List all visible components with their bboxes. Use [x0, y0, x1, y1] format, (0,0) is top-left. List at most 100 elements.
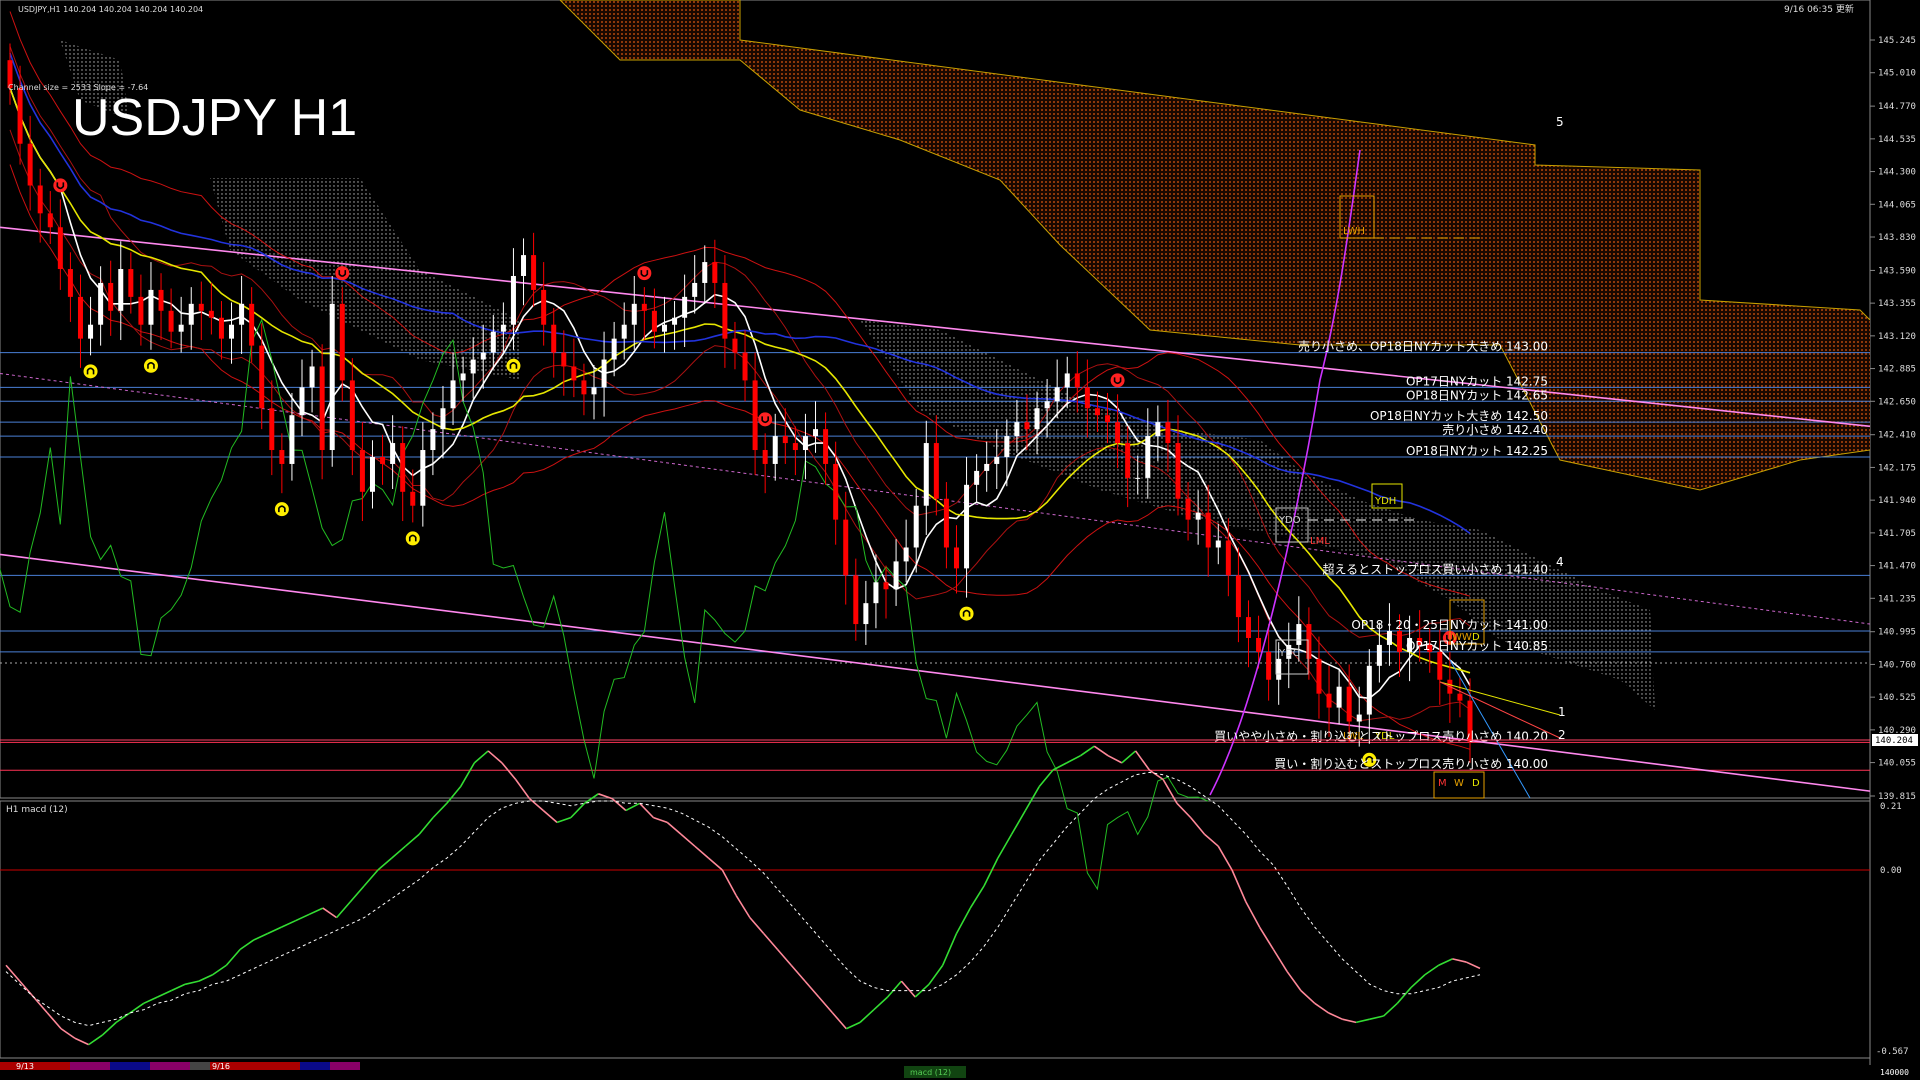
candle-body [400, 443, 406, 492]
candle-body [833, 463, 839, 520]
chart-stage: 5 4 1 2 LWH YDH YDO LML YDC LWL YDL WW D… [0, 0, 1918, 1078]
candle-body [762, 450, 768, 464]
fractal-down-marker [1110, 373, 1125, 388]
candle-body [661, 324, 667, 332]
price-tick-label: 140.525 [1878, 693, 1916, 703]
price-tick-label: 141.705 [1878, 529, 1916, 539]
fractal-up-marker [83, 364, 98, 379]
price-tick-label: 143.355 [1878, 299, 1916, 309]
marker-ydo: YDO [1278, 515, 1301, 526]
fractal-up-marker [143, 358, 158, 373]
candle-body [1266, 651, 1272, 680]
candle-body [77, 296, 83, 339]
timestamp: 9/16 06:35 更新 [1784, 3, 1854, 15]
candle-body [490, 331, 496, 353]
candle-body [591, 387, 597, 395]
candle-body [923, 443, 929, 506]
candle-body [1306, 624, 1312, 659]
candle-body [188, 303, 194, 325]
candle-body [269, 408, 275, 451]
candle-body [500, 324, 506, 332]
fractal-down-marker [53, 178, 68, 193]
candle-body [863, 603, 869, 625]
marker-ydh: YDH [1374, 496, 1396, 507]
candle-body [1225, 540, 1231, 576]
candle-body [1084, 387, 1090, 409]
candle-body [128, 269, 134, 297]
candle-body [853, 575, 859, 625]
candle-body [218, 317, 224, 339]
candle-body [319, 366, 325, 451]
candle-body [1215, 540, 1221, 548]
candle-body [571, 366, 577, 381]
candle-body [1397, 631, 1403, 652]
candle-body [1346, 686, 1352, 722]
candle-body [1064, 373, 1070, 388]
candle-body [17, 88, 23, 144]
candle-body [752, 380, 758, 451]
candle-body [229, 324, 235, 339]
marker-d2: D [1472, 778, 1480, 789]
candle-body [702, 262, 708, 283]
candle-body [943, 498, 949, 548]
fractal-down-marker [335, 266, 350, 281]
level-label: OP18日NYカット 142.65 [1406, 388, 1548, 402]
candle-body [1356, 714, 1362, 722]
candle-body [561, 352, 567, 367]
candle-body [964, 484, 970, 569]
price-tick-label: 141.235 [1878, 594, 1916, 604]
price-tick-label: 144.065 [1878, 200, 1916, 210]
candle-body [601, 359, 607, 388]
macd-panel[interactable] [0, 800, 1871, 1059]
candle-body [1316, 658, 1322, 694]
candle-body [1457, 693, 1463, 701]
candle-body [158, 289, 164, 311]
candle-body [249, 303, 255, 346]
price-tick-label: 140.995 [1878, 628, 1916, 638]
candle-body [611, 338, 617, 360]
candle-body [349, 380, 355, 451]
price-tick-label: 140.055 [1878, 759, 1916, 769]
candle-body [27, 143, 33, 186]
candle-body [329, 303, 335, 451]
fractal-down-marker [758, 412, 773, 427]
candle-body [1256, 637, 1262, 652]
candle-body [67, 269, 73, 297]
macd-tick-bottom: -0.567 [1876, 1047, 1909, 1057]
price-tick-label: 142.410 [1878, 431, 1916, 441]
fractal-up-marker [274, 502, 289, 517]
candle-body [470, 359, 476, 374]
candle-body [1386, 631, 1392, 645]
candle-body [1145, 436, 1151, 478]
candle-body [289, 415, 295, 464]
level-label: OP18・20・25日NYカット 141.00 [1351, 618, 1548, 632]
candle-body [1044, 401, 1050, 409]
price-axis: 145.245 145.010 144.770 144.535 144.300 144.0… [1870, 36, 1916, 802]
level-label: 売り小さめ 142.40 [1442, 422, 1548, 437]
candle-body [631, 303, 637, 325]
price-tick-label: 143.830 [1878, 233, 1916, 243]
candle-body [712, 262, 718, 283]
price-tick-label: 143.590 [1878, 266, 1916, 276]
macd-tick-zero: 0.00 [1880, 866, 1902, 876]
candle-body [651, 310, 657, 332]
level-label: OP17日NYカット 140.85 [1406, 639, 1548, 653]
candle-body [792, 443, 798, 451]
level-label: OP18日NYカット大きめ 142.50 [1370, 409, 1548, 423]
candle-body [672, 317, 678, 325]
macd-axis: 0.21 0.00 -0.567 [1876, 802, 1909, 1057]
candle-body [1235, 575, 1241, 618]
candle-body [772, 436, 778, 464]
price-tick-label: 144.535 [1878, 135, 1916, 145]
candle-body [994, 456, 1000, 464]
price-tick-label: 144.300 [1878, 168, 1916, 178]
symbol-info: USDJPY,H1 140.204 140.204 140.204 140.20… [18, 5, 203, 14]
candle-body [1024, 422, 1030, 430]
candle-body [118, 269, 124, 311]
candle-body [108, 282, 114, 311]
price-tick-label: 142.650 [1878, 397, 1916, 407]
candle-body [641, 303, 647, 311]
wave-label-5: 5 [1556, 115, 1564, 129]
fractal-up-marker [405, 531, 420, 546]
candle-body [410, 491, 416, 506]
